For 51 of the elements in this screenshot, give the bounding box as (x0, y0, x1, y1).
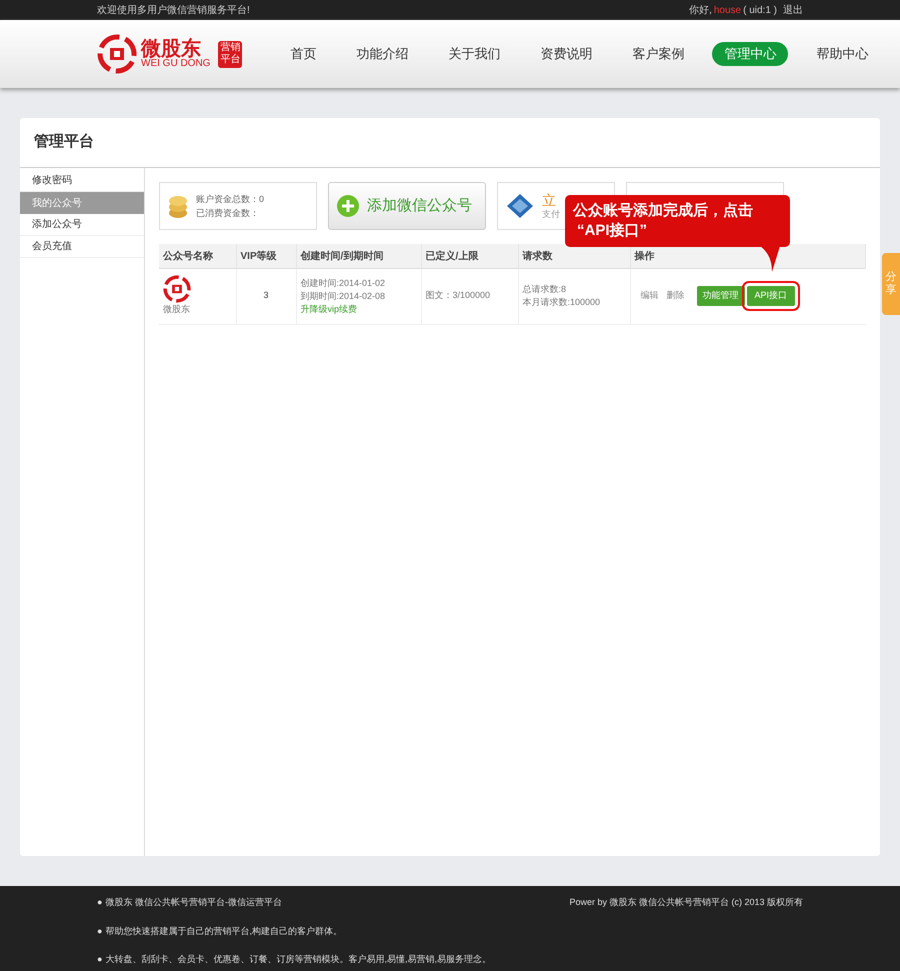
expiry-date: 到期时间:2014-02-08 (300, 290, 386, 302)
sidebar-item[interactable]: 添加公众号 (20, 214, 144, 236)
coins-icon (168, 193, 188, 219)
panel-title: 管理平台 (34, 132, 94, 152)
column-header: VIP等级 (236, 244, 296, 268)
month-requests: 本月请求数:100000 (522, 296, 602, 309)
greeting-text: 你好, (689, 4, 712, 18)
nav-link[interactable]: 管理中心 (712, 42, 788, 66)
badge-text: 营销 (220, 42, 240, 54)
delete-link[interactable]: 删除 (666, 289, 684, 303)
created-date: 创建时间:2014-01-02 (300, 276, 386, 290)
edit-link[interactable]: 编辑 (640, 289, 658, 303)
uid-text: ( uid:1 ) (743, 4, 777, 18)
username-link[interactable]: house (714, 2, 742, 18)
defined-limit-cell: 图文：3/100000 (421, 268, 518, 324)
welcome-text: 欢迎使用多用户微信营销服务平台! (97, 4, 250, 18)
bullet-mark: ● (97, 924, 102, 938)
sidebar-item[interactable]: 会员充值 (20, 236, 144, 258)
column-header: 已定义/上限 (421, 244, 518, 268)
bullet-mark: ● (97, 953, 102, 966)
nav-link[interactable]: 帮助中心 (804, 42, 880, 66)
footer-text: 帮助您快速搭建属于自己的营销平台,构建自己的客户群体。 (105, 924, 342, 938)
nav-link[interactable]: 资费说明 (528, 42, 604, 66)
footer-text: 大转盘、刮刮卡、会员卡、优惠卷、订餐、订房等营销模块。客户易用,易懂,易营销,易服务理念。 (105, 953, 491, 966)
copyright-text: Power by 微股东 微信公共帐号营销平台 (c) 2013 版权所有 (569, 896, 803, 909)
column-header: 公众号名称 (159, 244, 236, 268)
vip-level-cell: 3 (236, 268, 296, 324)
nav-link[interactable]: 客户案例 (620, 42, 696, 66)
logo-icon (97, 34, 137, 74)
shield-icon (506, 193, 534, 219)
pay-title: 立 (542, 192, 557, 210)
badge-text: 平台 (220, 54, 240, 66)
logo-pinyin: WEI GU DONG (141, 59, 210, 69)
callout-text: “API接口” (576, 221, 648, 241)
footer-text: 微股东 微信公共帐号营销平台-微信运营平台 (105, 896, 282, 909)
balance-spent: 已消费资金数： (196, 207, 260, 220)
logo-name: 微股东 (141, 39, 201, 59)
logo-icon (163, 275, 191, 304)
total-requests: 总请求数:8 (522, 283, 568, 296)
callout-text: 公众账号添加完成后，点击 (573, 201, 754, 221)
account-name: 微股东 (163, 303, 190, 316)
nav-link[interactable]: 首页 (278, 42, 328, 66)
column-header: 创建时间/到期时间 (296, 244, 421, 268)
balance-total: 账户资金总数：0 (196, 193, 264, 206)
pay-subtitle: 支付 (542, 209, 560, 220)
upgrade-link[interactable]: 升降级vip续费 (300, 302, 416, 316)
nav-link[interactable]: 功能介绍 (344, 42, 420, 66)
nav-link[interactable]: 关于我们 (436, 42, 512, 66)
bullet-mark: ● (97, 896, 102, 909)
logout-link[interactable]: 退出 (783, 2, 803, 18)
plus-icon (337, 195, 359, 217)
